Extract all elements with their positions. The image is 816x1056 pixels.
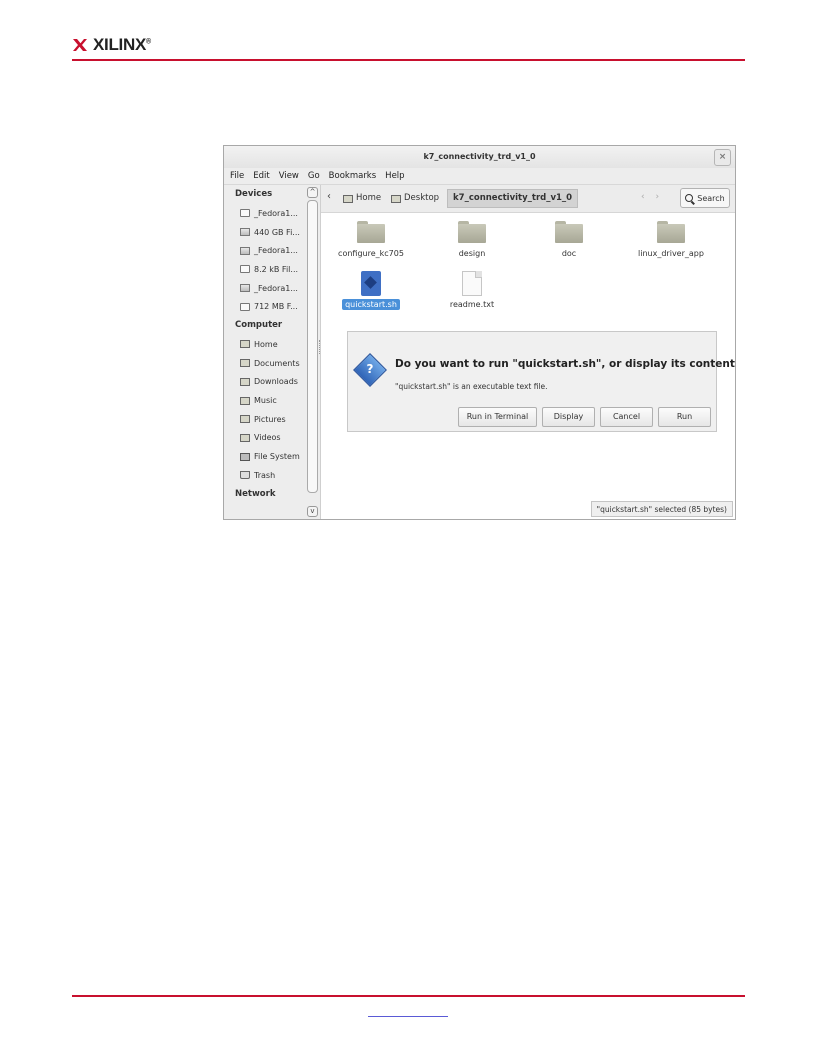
sidebar-heading-computer: Computer	[235, 320, 283, 331]
cancel-button[interactable]: Cancel	[600, 407, 653, 427]
hard-disk-icon	[240, 228, 250, 237]
footer-rule	[72, 995, 745, 997]
sidebar-item-device-2[interactable]: 440 GB Fi...	[224, 223, 320, 242]
pictures-folder-icon	[240, 415, 250, 424]
file-item-doc[interactable]: doc	[524, 221, 614, 258]
sidebar-heading-devices: Devices	[235, 189, 273, 199]
dialog-message: "quickstart.sh" is an executable text fi…	[395, 382, 548, 391]
file-item-quickstart-sh[interactable]: quickstart.sh	[326, 271, 416, 310]
drive-icon	[240, 265, 250, 274]
sidebar-item-trash[interactable]: Trash	[224, 466, 320, 485]
file-system-icon	[240, 452, 250, 461]
logo-text: XILINX®	[93, 35, 151, 54]
sidebar-item-pictures[interactable]: Pictures	[224, 410, 320, 429]
folder-icon	[458, 221, 486, 243]
status-bar: "quickstart.sh" selected (85 bytes)	[590, 501, 733, 517]
file-item-linux-driver-app[interactable]: linux_driver_app	[626, 221, 716, 258]
hard-disk-icon	[240, 284, 250, 293]
menu-bar: File Edit View Go Bookmarks Help	[224, 168, 735, 185]
videos-folder-icon	[240, 433, 250, 442]
location-toolbar: ‹ Home Desktop k7_connectivity_trd_v1_0 …	[321, 185, 735, 213]
drive-icon	[240, 302, 250, 311]
breadcrumb-home[interactable]: Home	[343, 189, 381, 208]
scrollbar-track[interactable]	[307, 200, 318, 493]
dialog-title: Do you want to run "quickstart.sh", or d…	[395, 358, 736, 370]
menu-edit[interactable]: Edit	[253, 171, 269, 181]
window-content: Devices _Fedora1... 440 GB Fi... _Fedora…	[224, 185, 735, 519]
menu-bookmarks[interactable]: Bookmarks	[329, 171, 377, 181]
sidebar-item-file-system[interactable]: File System	[224, 447, 320, 466]
display-button[interactable]: Display	[542, 407, 595, 427]
sidebar-item-device-4[interactable]: 8.2 kB Fil...	[224, 260, 320, 279]
menu-go[interactable]: Go	[308, 171, 320, 181]
menu-help[interactable]: Help	[385, 171, 404, 181]
file-manager-window: k7_connectivity_trd_v1_0 × File Edit Vie…	[223, 145, 736, 520]
sidebar-item-downloads[interactable]: Downloads	[224, 373, 320, 392]
back-arrow-icon[interactable]: ‹	[327, 191, 331, 202]
documents-folder-icon	[240, 359, 250, 368]
trash-icon	[240, 471, 250, 480]
sidebar-item-device-3[interactable]: _Fedora1...	[224, 241, 320, 260]
breadcrumb-desktop[interactable]: Desktop	[391, 189, 439, 208]
home-folder-icon	[240, 340, 250, 349]
sidebar-heading-network: Network	[235, 488, 276, 499]
sidebar-item-device-1[interactable]: _Fedora1...	[224, 204, 320, 223]
folder-icon	[555, 221, 583, 243]
sidebar-item-home[interactable]: Home	[224, 335, 320, 354]
xilinx-logo: XILINX®	[72, 34, 151, 56]
folder-icon	[657, 221, 685, 243]
scroll-up-icon[interactable]: ^	[307, 187, 318, 198]
search-icon	[685, 194, 694, 202]
scroll-down-icon[interactable]: v	[307, 506, 318, 517]
file-item-readme-txt[interactable]: readme.txt	[427, 271, 517, 309]
music-folder-icon	[240, 396, 250, 405]
hard-disk-icon	[240, 246, 250, 255]
xilinx-logo-icon	[73, 39, 87, 51]
downloads-folder-icon	[240, 377, 250, 386]
menu-view[interactable]: View	[279, 171, 299, 181]
script-file-icon	[361, 271, 381, 296]
text-file-icon	[462, 271, 482, 296]
folder-icon	[357, 221, 385, 243]
search-button[interactable]: Search	[680, 188, 730, 208]
window-title: k7_connectivity_trd_v1_0	[423, 152, 536, 161]
run-in-terminal-button[interactable]: Run in Terminal	[458, 407, 537, 427]
file-view[interactable]: configure_kc705 design doc linux_driver_…	[321, 213, 735, 519]
sidebar: Devices _Fedora1... 440 GB Fi... _Fedora…	[224, 185, 321, 519]
file-item-design[interactable]: design	[427, 221, 517, 258]
file-item-configure-kc705[interactable]: configure_kc705	[326, 221, 416, 258]
run-or-display-dialog: ? Do you want to run "quickstart.sh", or…	[347, 331, 735, 432]
close-icon: ×	[718, 152, 727, 162]
sidebar-item-videos[interactable]: Videos	[224, 429, 320, 448]
run-button[interactable]: Run	[658, 407, 711, 427]
sidebar-item-device-5[interactable]: _Fedora1...	[224, 279, 320, 298]
window-titlebar[interactable]: k7_connectivity_trd_v1_0 ×	[224, 146, 735, 168]
history-nav-arrows-icon[interactable]: ‹ ›	[641, 192, 663, 202]
home-folder-icon	[343, 194, 353, 203]
close-button[interactable]: ×	[714, 149, 731, 166]
drive-icon	[240, 209, 250, 218]
sidebar-item-music[interactable]: Music	[224, 391, 320, 410]
desktop-folder-icon	[391, 194, 401, 203]
sidebar-item-documents[interactable]: Documents	[224, 354, 320, 373]
header-rule	[72, 59, 745, 61]
footer-link-underline[interactable]	[368, 1016, 448, 1017]
menu-file[interactable]: File	[230, 171, 244, 181]
sidebar-item-device-6[interactable]: 712 MB F...	[224, 297, 320, 316]
sidebar-scrollbar[interactable]: ^ v	[307, 187, 318, 517]
breadcrumb-current[interactable]: k7_connectivity_trd_v1_0	[447, 189, 579, 208]
